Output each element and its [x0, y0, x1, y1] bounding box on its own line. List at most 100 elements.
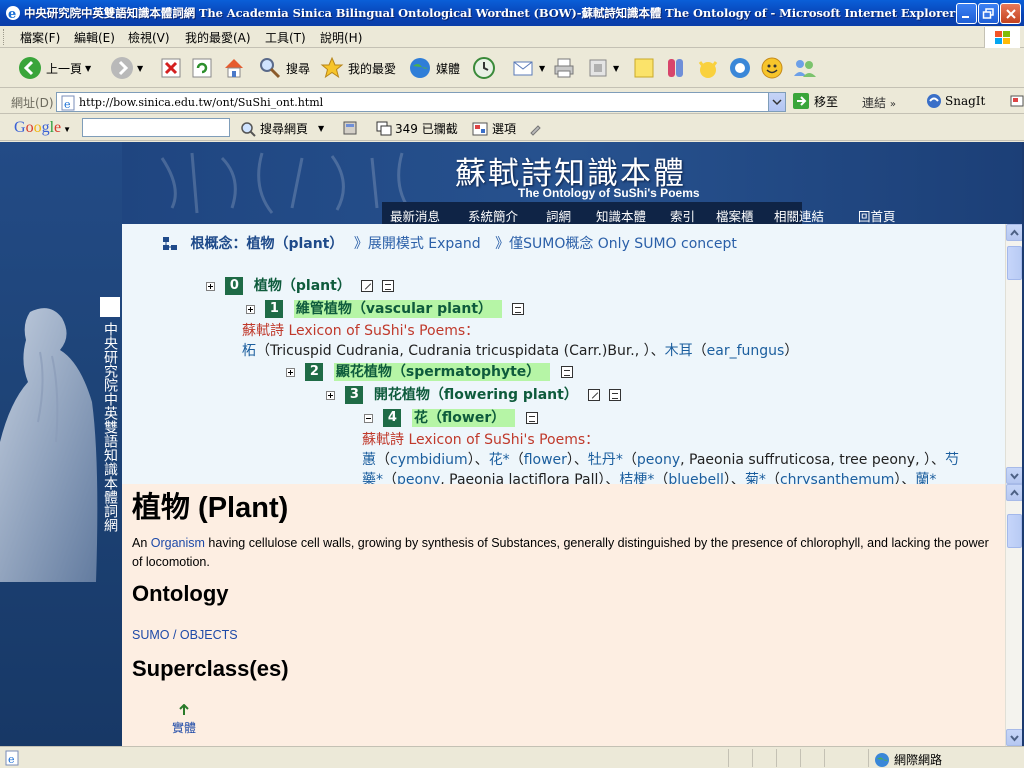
lexicon-word[interactable]: 芍: [945, 452, 959, 468]
organism-link[interactable]: Organism: [151, 536, 205, 550]
sumo-only-link[interactable]: 》僅SUMO概念 Only SUMO concept: [495, 236, 737, 252]
document-icon[interactable]: [381, 280, 394, 292]
edit-dropdown-icon[interactable]: ▼: [613, 64, 619, 73]
concept-link[interactable]: 花（flower）: [411, 409, 516, 427]
document-icon[interactable]: [560, 366, 573, 378]
objects-link[interactable]: OBJECTS: [180, 628, 238, 642]
edit-icon[interactable]: [361, 280, 374, 292]
search-web-dropdown-icon[interactable]: ▼: [318, 124, 324, 133]
address-input[interactable]: e http://bow.sinica.edu.tw/ont/SuShi_ont…: [56, 92, 786, 112]
home-button[interactable]: [222, 54, 246, 82]
globe-button[interactable]: [728, 54, 752, 82]
scroll-thumb[interactable]: [1007, 514, 1022, 548]
go-button[interactable]: 移至: [792, 92, 838, 110]
concept-link[interactable]: 開花植物（flowering plant）: [374, 387, 578, 403]
highlighter-icon[interactable]: [528, 122, 542, 136]
edit-icon[interactable]: [588, 389, 601, 401]
media-button[interactable]: 媒體: [408, 54, 460, 82]
emoticon-button[interactable]: [760, 54, 784, 82]
menu-help[interactable]: 說明(H): [320, 29, 362, 46]
restore-button[interactable]: [978, 3, 999, 24]
back-button[interactable]: 上一頁 ▼: [18, 54, 91, 82]
stop-button[interactable]: [160, 54, 182, 82]
edit-button[interactable]: ▼: [586, 54, 619, 82]
lexicon-word[interactable]: 柘: [242, 343, 256, 359]
back-dropdown-icon[interactable]: ▼: [85, 64, 91, 73]
page-info-button[interactable]: [342, 120, 358, 136]
superclass-entity-label[interactable]: 實體: [172, 719, 196, 736]
lexicon-english-link[interactable]: ear_fungus: [707, 343, 785, 359]
root-concept-label[interactable]: 根概念：植物（plant）: [190, 236, 343, 252]
lexicon-english-link[interactable]: flower: [524, 452, 567, 468]
popup-blocker-button[interactable]: 349 已攔截: [376, 120, 458, 137]
concept-link[interactable]: 維管植物（vascular plant）: [293, 300, 503, 318]
address-dropdown-button[interactable]: [768, 93, 785, 111]
tree-scrollbar[interactable]: [1005, 224, 1022, 484]
document-icon[interactable]: [525, 412, 538, 424]
expand-toggle-icon[interactable]: [246, 304, 255, 314]
menu-edit[interactable]: 編輯(E): [74, 29, 115, 46]
mail-button[interactable]: ▼: [512, 54, 545, 82]
messenger-button[interactable]: [664, 54, 688, 82]
snagit-capture-icon[interactable]: [1009, 93, 1024, 109]
lexicon-english-link[interactable]: bluebell: [668, 472, 724, 484]
superclass-entity-node[interactable]: 實體: [172, 703, 196, 736]
lexicon-word[interactable]: 蘭*: [915, 472, 936, 484]
lexicon-english-link[interactable]: chrysanthemum: [780, 472, 894, 484]
options-button[interactable]: 選項: [472, 120, 542, 137]
search-web-button[interactable]: 搜尋網頁 ▼: [240, 120, 324, 137]
menu-view[interactable]: 檢視(V): [128, 29, 170, 46]
nav-archive[interactable]: 檔案櫃: [716, 206, 754, 225]
close-button[interactable]: [1000, 3, 1021, 24]
concept-link[interactable]: 顯花植物（spermatophyte）: [333, 363, 551, 381]
description-scrollbar[interactable]: [1005, 484, 1022, 746]
menu-file[interactable]: 檔案(F): [20, 29, 60, 46]
google-logo[interactable]: Google ▼: [14, 119, 71, 137]
concept-link[interactable]: 植物（plant）: [254, 278, 351, 294]
mail-dropdown-icon[interactable]: ▼: [539, 64, 545, 73]
nav-wordnet[interactable]: 詞網: [546, 206, 571, 225]
expand-toggle-icon[interactable]: [206, 281, 215, 291]
title-bar[interactable]: e 中央研究院中英雙語知識本體詞網 The Academia Sinica Bi…: [0, 0, 1024, 26]
scroll-down-button[interactable]: [1006, 729, 1022, 746]
nav-links[interactable]: 相關連結: [774, 206, 824, 225]
snagit-button[interactable]: SnagIt: [926, 93, 1024, 109]
lexicon-word[interactable]: 蕙: [362, 452, 376, 468]
print-button[interactable]: [552, 54, 576, 82]
lexicon-word[interactable]: 牡丹*: [588, 452, 623, 468]
nav-index[interactable]: 索引: [670, 206, 695, 225]
contacts-button[interactable]: [792, 54, 818, 82]
minimize-button[interactable]: [956, 3, 977, 24]
forward-button[interactable]: ▼: [110, 54, 143, 82]
forward-dropdown-icon[interactable]: ▼: [137, 64, 143, 73]
lexicon-word[interactable]: 木耳: [665, 343, 693, 359]
links-button[interactable]: 連結 »: [862, 94, 896, 111]
search-button[interactable]: 搜尋: [258, 54, 310, 82]
menu-tools[interactable]: 工具(T): [265, 29, 306, 46]
favorites-button[interactable]: 我的最愛: [320, 54, 396, 82]
lexicon-word[interactable]: 桔梗*: [619, 472, 654, 484]
menu-grip[interactable]: [3, 29, 6, 45]
document-icon[interactable]: [512, 303, 525, 315]
scroll-down-button[interactable]: [1006, 467, 1022, 484]
expand-toggle-icon[interactable]: [326, 390, 335, 400]
lexicon-english-link[interactable]: peony: [637, 452, 680, 468]
history-button[interactable]: [472, 54, 496, 82]
nav-home[interactable]: 回首頁: [858, 206, 896, 225]
google-search-input[interactable]: [82, 118, 230, 137]
lexicon-english-link[interactable]: cymbidium: [390, 452, 468, 468]
nav-ontology[interactable]: 知識本體: [596, 206, 646, 225]
hands-button[interactable]: [696, 54, 720, 82]
discuss-button[interactable]: [632, 54, 656, 82]
menu-favorites[interactable]: 我的最愛(A): [185, 29, 251, 46]
scroll-up-button[interactable]: [1006, 484, 1022, 501]
expand-mode-link[interactable]: 》展開模式 Expand: [354, 236, 481, 252]
expand-toggle-icon[interactable]: [286, 367, 295, 377]
sumo-link[interactable]: SUMO: [132, 628, 170, 642]
lexicon-word[interactable]: 花*: [489, 452, 510, 468]
nav-news[interactable]: 最新消息: [390, 206, 440, 225]
scroll-thumb[interactable]: [1007, 246, 1022, 280]
refresh-button[interactable]: [191, 54, 213, 82]
nav-intro[interactable]: 系統簡介: [468, 206, 518, 225]
scroll-up-button[interactable]: [1006, 224, 1022, 241]
